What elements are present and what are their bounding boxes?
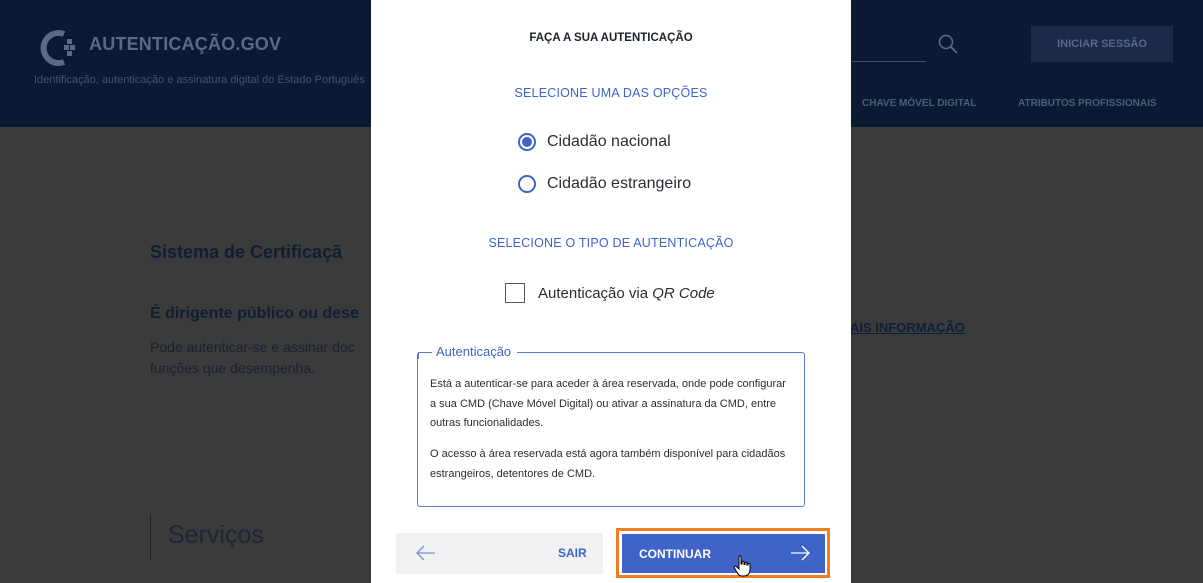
info-paragraph-2: O acesso à área reservada está agora tam… — [430, 448, 786, 480]
services-divider — [150, 514, 151, 560]
qr-code-label: Autenticação via QR Code — [538, 284, 715, 302]
continue-button-label: CONTINUAR — [639, 547, 711, 561]
auth-info-box: Autenticação Está a autenticar-se para a… — [417, 344, 805, 507]
logo-text[interactable]: AUTENTICAÇÃO.GOV — [89, 34, 281, 55]
continue-button[interactable]: CONTINUAR — [622, 534, 825, 573]
modal-title: FAÇA A SUA AUTENTICAÇÃO — [529, 32, 693, 44]
nav-item-professional-attributes[interactable]: ATRIBUTOS PROFISSIONAIS — [1018, 98, 1157, 109]
search-icon[interactable] — [937, 33, 959, 55]
arrow-left-icon — [416, 545, 435, 561]
legend-tick — [418, 352, 427, 359]
radio-foreign-label: Cidadão estrangeiro — [547, 175, 692, 192]
services-heading: Serviços — [168, 521, 264, 549]
section-text-line2: funções que desempenha. — [150, 360, 316, 376]
login-button[interactable]: INICIAR SESSÃO — [1031, 26, 1173, 62]
exit-button[interactable]: SAIR — [396, 533, 603, 574]
hand-pointer-icon — [733, 555, 751, 577]
authentication-modal: FAÇA A SUA AUTENTICAÇÃO SELECIONE UMA DA… — [371, 0, 851, 583]
section-text-line1: Pode autenticar-se e assinar doc — [150, 339, 355, 355]
options-label: SELECIONE UMA DAS OPÇÕES — [514, 86, 708, 100]
radio-foreign-citizen[interactable]: Cidadão estrangeiro — [518, 175, 691, 193]
more-info-link[interactable]: AIS INFORMAÇÃO — [850, 320, 965, 335]
radio-national-citizen[interactable]: Cidadão nacional — [518, 133, 671, 151]
info-legend: Autenticação — [432, 344, 518, 359]
qr-code-checkbox[interactable] — [505, 283, 525, 303]
qr-code-checkbox-row[interactable]: Autenticação via QR Code — [505, 283, 715, 303]
auth-type-label: SELECIONE O TIPO DE AUTENTICAÇÃO — [488, 236, 734, 250]
logo-icon — [40, 30, 75, 66]
exit-button-label: SAIR — [558, 546, 587, 560]
info-paragraph-1: Está a autenticar-se para aceder à área … — [430, 378, 786, 429]
search-input[interactable] — [852, 61, 926, 62]
radio-selected-icon[interactable] — [518, 133, 536, 151]
site-tagline: Identificação, autenticação e assinatura… — [34, 74, 365, 86]
radio-unselected-icon[interactable] — [518, 175, 536, 193]
section-question: É dirigente público ou dese — [150, 305, 359, 322]
radio-national-label: Cidadão nacional — [547, 133, 671, 150]
section-title: Sistema de Certificaçã — [150, 242, 343, 262]
arrow-right-icon — [791, 545, 810, 561]
nav-item-cmd[interactable]: CHAVE MÓVEL DIGITAL — [862, 98, 976, 109]
